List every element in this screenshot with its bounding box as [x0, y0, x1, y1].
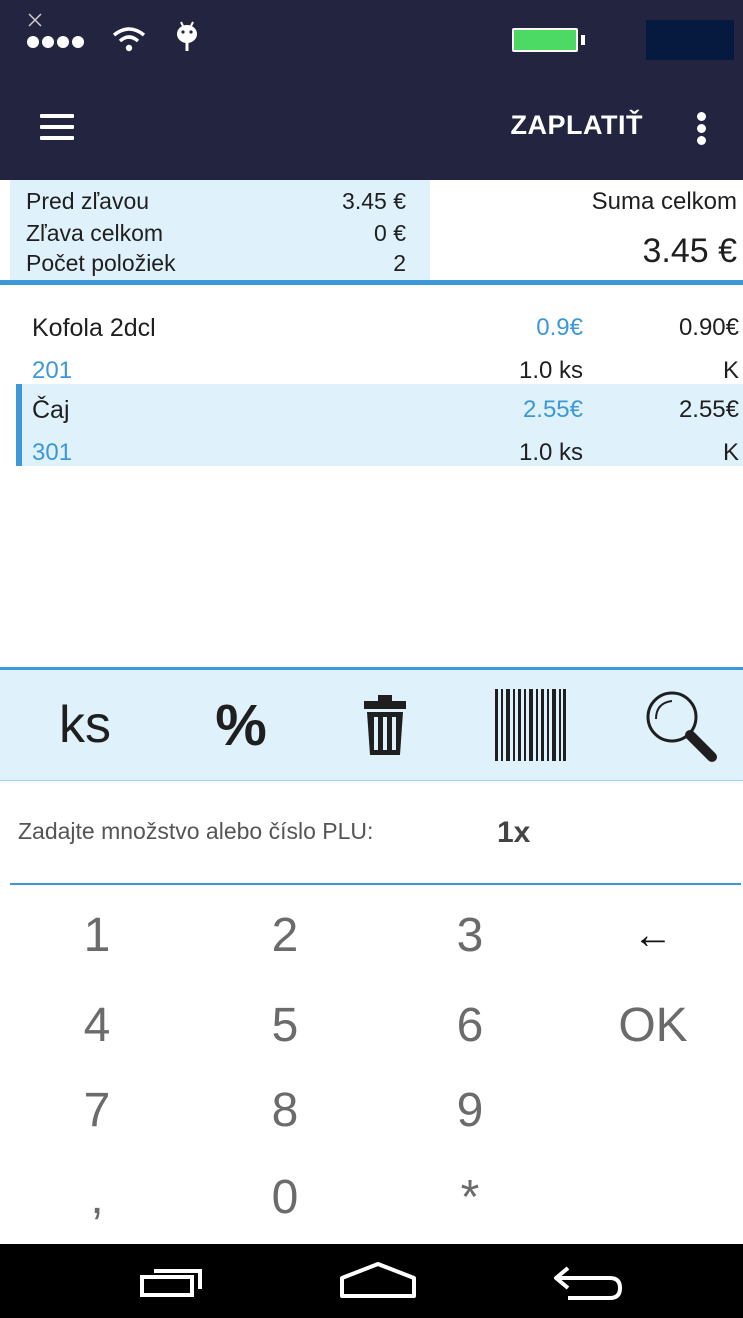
quantity-button[interactable]: ks — [30, 670, 140, 780]
app-bar: ZAPLATIŤ — [0, 72, 743, 180]
total-label: Suma celkom — [591, 188, 737, 215]
item-unit-price: 0.9€ — [536, 314, 583, 341]
key-4[interactable]: 4 — [22, 980, 172, 1070]
total-value: 3.45 € — [642, 232, 737, 270]
key-8[interactable]: 8 — [210, 1065, 360, 1155]
input-underline — [10, 883, 741, 885]
item-tax-code: K — [722, 357, 739, 384]
item-quantity: 1.0 ks — [518, 439, 583, 466]
home-icon[interactable] — [318, 1244, 438, 1318]
action-toolbar: ks % — [0, 667, 743, 781]
hamburger-menu-icon[interactable] — [30, 106, 90, 146]
item-total: 2.55€ — [678, 396, 739, 423]
key-7[interactable]: 7 — [22, 1065, 172, 1155]
backspace-key[interactable]: ← — [578, 890, 728, 980]
list-item[interactable]: Kofola 2dcl 201 0.9€ 1.0 ks 0.90€ K — [16, 302, 743, 384]
item-tax-code: K — [722, 439, 739, 466]
key-1[interactable]: 1 — [22, 890, 172, 980]
discount-row: Zľava celkom 0 € — [26, 220, 406, 247]
item-plu: 201 — [32, 357, 73, 384]
count-value: 2 — [393, 250, 406, 276]
selection-indicator — [16, 384, 22, 466]
key-2[interactable]: 2 — [210, 890, 360, 980]
item-name: Kofola 2dcl — [32, 314, 156, 342]
item-total: 0.90€ — [678, 314, 739, 341]
pay-button[interactable]: ZAPLATIŤ — [511, 110, 643, 141]
key-9[interactable]: 9 — [395, 1065, 545, 1155]
item-quantity: 1.0 ks — [518, 357, 583, 384]
ok-key[interactable]: OK — [578, 980, 728, 1070]
count-label: Počet položiek — [26, 250, 176, 276]
before-discount-row: Pred zľavou 3.45 € — [26, 188, 406, 215]
summary-divider — [0, 280, 743, 285]
item-plu: 301 — [32, 439, 73, 466]
barcode-icon[interactable] — [475, 670, 585, 780]
status-bar — [0, 0, 743, 72]
signal-icon — [27, 36, 84, 48]
quantity-input[interactable]: 1x — [497, 816, 530, 850]
discount-value: 0 € — [374, 220, 406, 246]
item-name: Čaj — [32, 396, 70, 424]
input-prompt: Zadajte množstvo alebo číslo PLU: — [18, 818, 374, 844]
wifi-icon — [112, 27, 146, 52]
discount-button[interactable]: % — [186, 670, 296, 780]
system-nav-bar — [0, 1244, 743, 1318]
search-icon[interactable] — [630, 670, 730, 780]
comma-key[interactable]: , — [22, 1152, 172, 1242]
key-6[interactable]: 6 — [395, 980, 545, 1070]
before-discount-value: 3.45 € — [342, 188, 406, 214]
before-discount-label: Pred zľavou — [26, 188, 150, 214]
trash-icon[interactable] — [330, 670, 440, 780]
summary-details: Pred zľavou 3.45 € Zľava celkom 0 € Poče… — [10, 180, 430, 284]
android-debug-icon — [177, 21, 197, 51]
clock-area — [646, 20, 734, 60]
key-0[interactable]: 0 — [210, 1152, 360, 1242]
star-key[interactable]: * — [395, 1152, 545, 1242]
battery-icon — [512, 28, 578, 52]
key-3[interactable]: 3 — [395, 890, 545, 980]
recent-apps-icon[interactable] — [128, 1244, 248, 1318]
more-vert-icon[interactable] — [688, 102, 718, 152]
close-icon — [28, 13, 42, 27]
item-unit-price: 2.55€ — [522, 396, 583, 423]
discount-label: Zľava celkom — [26, 220, 164, 246]
receipt-summary: Pred zľavou 3.45 € Zľava celkom 0 € Poče… — [0, 180, 743, 284]
count-row: Počet položiek 2 — [26, 250, 406, 277]
list-item-selected[interactable]: Čaj 301 2.55€ 1.0 ks 2.55€ K — [16, 384, 743, 466]
back-icon[interactable] — [528, 1244, 648, 1318]
key-5[interactable]: 5 — [210, 980, 360, 1070]
